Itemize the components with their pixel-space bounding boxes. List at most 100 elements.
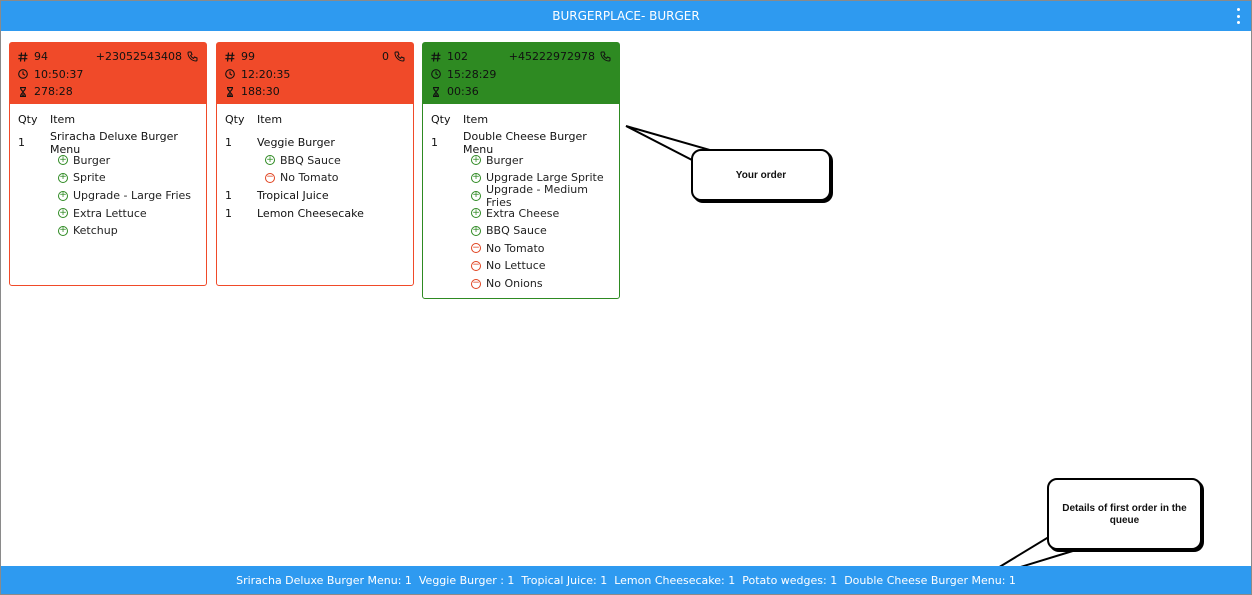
line-item: Sriracha Deluxe Burger Menu (50, 129, 178, 156)
hash-icon (431, 52, 441, 62)
order-card-body: Qty Item 1 Sriracha Deluxe Burger Menu +… (10, 110, 206, 240)
modifier-label: No Lettuce (486, 259, 546, 273)
line-qty: 1 (431, 136, 438, 150)
order-time: 10:50:37 (34, 67, 84, 81)
order-line: 1 Sriracha Deluxe Burger Menu (18, 130, 198, 156)
line-item: Lemon Cheesecake (257, 206, 364, 220)
item-column-header: Item (257, 112, 283, 126)
hash-icon (18, 52, 28, 62)
customer-phone: 0 (382, 50, 389, 64)
minus-circle-icon: − (471, 278, 481, 289)
order-card-94[interactable]: 94 +23052543408 10:50:37 278:28 Qty Item… (9, 42, 207, 286)
modifier-label: Upgrade - Medium Fries (486, 182, 588, 209)
order-card-99[interactable]: 99 0 12:20:35 188:30 Qty Item 1 Veggie B… (216, 42, 414, 286)
order-card-102[interactable]: 102 +45222972978 15:28:29 00:36 Qty Item… (422, 42, 620, 299)
callout-text: Details of first order in the queue (1062, 503, 1187, 526)
order-number: 99 (241, 50, 255, 64)
clock-icon (225, 69, 235, 80)
line-qty: 1 (225, 136, 232, 150)
modifier-add: + Extra Lettuce (18, 204, 198, 222)
order-line: 1 Lemon Cheesecake (225, 204, 405, 222)
modifier-remove: − No Tomato (431, 240, 611, 258)
order-card-header: 102 +45222972978 15:28:29 00:36 (423, 43, 619, 104)
plus-circle-icon: + (471, 154, 481, 166)
modifier-label: No Tomato (280, 171, 339, 185)
plus-circle-icon: + (265, 154, 275, 166)
app-header: BURGERPLACE- BURGER (1, 1, 1251, 31)
minus-circle-icon: − (265, 172, 275, 183)
modifier-remove: − No Lettuce (431, 257, 611, 275)
modifier-label: Burger (486, 153, 524, 167)
plus-circle-icon: + (471, 207, 481, 219)
plus-circle-icon: + (58, 225, 68, 236)
line-item: Double Cheese Burger Menu (463, 129, 587, 156)
modifier-add: + Ketchup (18, 222, 198, 240)
elapsed-time: 278:28 (34, 85, 73, 99)
order-number: 102 (447, 50, 468, 64)
modifier-label: BBQ Sauce (280, 153, 341, 167)
phone-icon[interactable] (600, 51, 611, 62)
header-title: BURGERPLACE- BURGER (552, 9, 700, 23)
order-card-header: 94 +23052543408 10:50:37 278:28 (10, 43, 206, 104)
more-menu-icon[interactable] (1235, 8, 1241, 24)
qty-column-header: Qty (431, 112, 451, 126)
modifier-label: Sprite (73, 171, 106, 185)
modifier-label: No Onions (486, 277, 543, 291)
qty-column-header: Qty (225, 112, 245, 126)
clock-icon (18, 69, 28, 80)
modifier-remove: − No Onions (431, 275, 611, 293)
modifier-label: Upgrade - Large Fries (73, 189, 192, 203)
minus-circle-icon: − (471, 260, 481, 271)
order-card-body: Qty Item 1 Veggie Burger + BBQ Sauce − No … (217, 110, 413, 222)
phone-icon[interactable] (394, 51, 405, 62)
line-item: Tropical Juice (257, 189, 329, 203)
plus-circle-icon: + (471, 225, 481, 236)
clock-icon (431, 69, 441, 80)
modifier-label: Ketchup (73, 224, 118, 238)
order-line: 1 Double Cheese Burger Menu (431, 130, 611, 156)
hash-icon (225, 52, 235, 62)
modifier-add: + Sprite (18, 169, 198, 187)
first-order-callout: Details of first order in the queue (1047, 478, 1202, 550)
line-qty: 1 (225, 189, 232, 203)
customer-phone: +45222972978 (508, 50, 595, 64)
modifier-remove: − No Tomato (225, 169, 405, 187)
modifier-add: + Upgrade - Medium Fries (431, 183, 611, 209)
plus-circle-icon: + (58, 154, 68, 166)
customer-phone: +23052543408 (95, 50, 182, 64)
order-time: 15:28:29 (447, 67, 497, 81)
order-line: 1 Tropical Juice (225, 187, 405, 205)
minus-circle-icon: − (471, 242, 481, 254)
plus-circle-icon: + (58, 190, 68, 201)
plus-circle-icon: + (471, 172, 481, 183)
hourglass-icon (433, 86, 439, 97)
hourglass-icon (20, 86, 26, 97)
modifier-label: No Tomato (486, 241, 545, 255)
order-time: 12:20:35 (241, 67, 291, 81)
order-line: 1 Veggie Burger (225, 134, 405, 152)
line-item: Veggie Burger (257, 136, 335, 150)
plus-circle-icon: + (471, 190, 481, 201)
order-card-body: Qty Item 1 Double Cheese Burger Menu + Bu… (423, 110, 619, 292)
modifier-add: + BBQ Sauce (431, 222, 611, 240)
plus-circle-icon: + (58, 207, 68, 219)
queue-summary: Sriracha Deluxe Burger Menu: 1 Veggie Bu… (236, 573, 1016, 587)
order-card-header: 99 0 12:20:35 188:30 (217, 43, 413, 104)
line-qty: 1 (18, 136, 25, 150)
item-column-header: Item (463, 112, 489, 126)
hourglass-icon (227, 86, 233, 97)
line-qty: 1 (225, 206, 232, 220)
modifier-label: Extra Lettuce (73, 206, 147, 220)
modifier-add: + BBQ Sauce (225, 152, 405, 170)
modifier-label: BBQ Sauce (486, 224, 547, 238)
plus-circle-icon: + (58, 172, 68, 183)
item-column-header: Item (50, 112, 76, 126)
modifier-label: Extra Cheese (486, 206, 560, 220)
order-number: 94 (34, 50, 48, 64)
modifier-add: + Upgrade - Large Fries (18, 187, 198, 205)
elapsed-time: 00:36 (447, 85, 479, 99)
elapsed-time: 188:30 (241, 85, 280, 99)
phone-icon[interactable] (187, 51, 198, 62)
queue-summary-bar: Sriracha Deluxe Burger Menu: 1 Veggie Bu… (1, 566, 1251, 594)
qty-column-header: Qty (18, 112, 38, 126)
